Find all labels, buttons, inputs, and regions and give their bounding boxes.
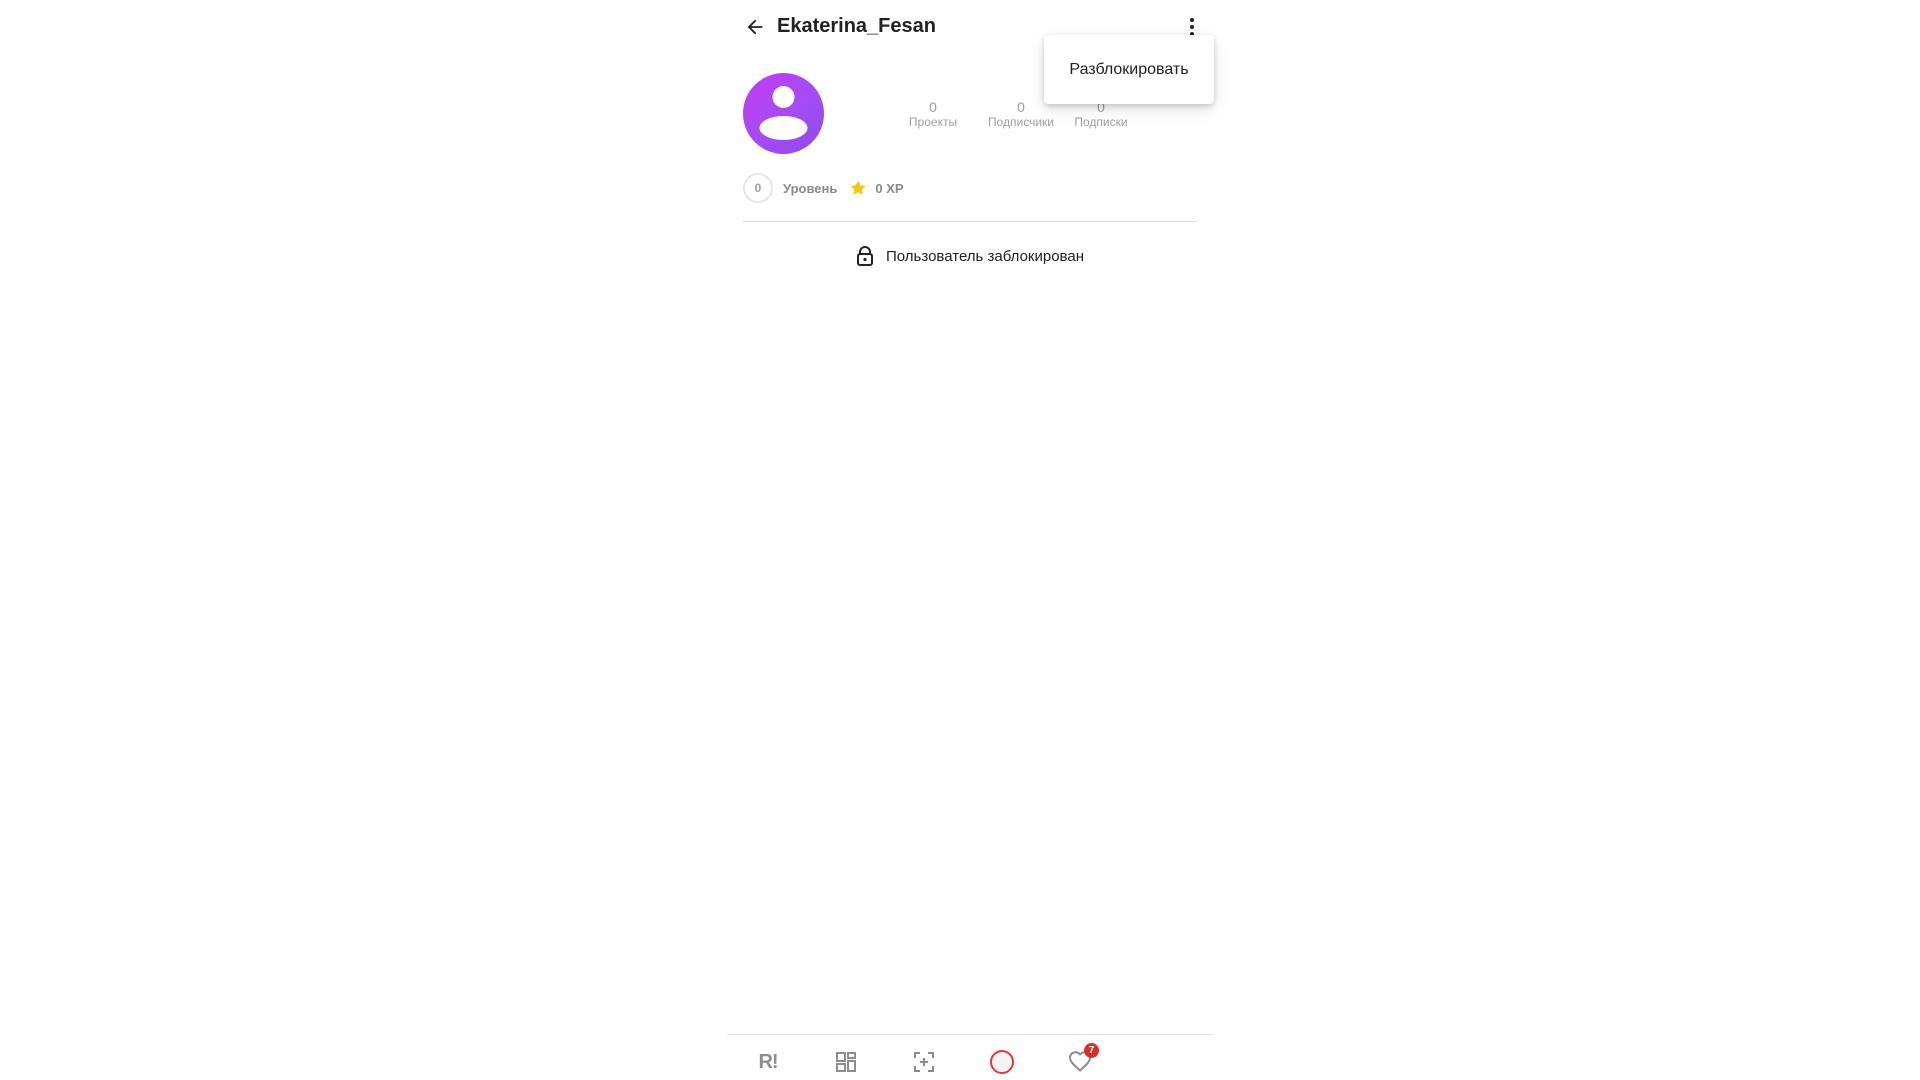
nav-profile[interactable]: [987, 1047, 1017, 1077]
add-scan-icon: [914, 1052, 934, 1072]
nav-notifications[interactable]: 7: [1065, 1043, 1099, 1077]
profile-avatar-icon: [990, 1050, 1014, 1074]
bottom-nav: R! 7: [727, 1035, 1213, 1080]
profile-screen: Ekaterina_Fesan 0 Проекты 0 Подписчики 0…: [727, 0, 1214, 1080]
dashboard-grid-icon: [836, 1052, 856, 1072]
stat-followers-label: Подписчики: [987, 115, 1054, 129]
app-logo: R!: [758, 1050, 778, 1073]
lock-icon: [857, 246, 874, 266]
nav-home[interactable]: R!: [753, 1047, 783, 1077]
nav-catalog[interactable]: [831, 1047, 861, 1077]
stat-projects-label: Проекты: [908, 115, 958, 129]
xp-indicator: 0 XP: [849, 179, 904, 197]
level-label: Уровень: [783, 180, 838, 196]
options-menu: Разблокировать: [1044, 35, 1214, 104]
xp-value: 0 XP: [875, 180, 904, 196]
more-vert-dot: [1190, 25, 1194, 29]
arrow-left-icon: [747, 19, 763, 35]
stat-projects[interactable]: 0 Проекты: [903, 99, 963, 129]
divider: [743, 221, 1196, 222]
person-icon: [759, 86, 808, 140]
notification-badge: 7: [1084, 1043, 1099, 1058]
stat-following-label: Подписки: [1074, 115, 1128, 129]
page-title: Ekaterina_Fesan: [777, 15, 936, 37]
stat-projects-value: 0: [929, 99, 937, 115]
level-badge: 0: [743, 173, 773, 203]
blocked-message: Пользователь заблокирован: [886, 247, 1084, 265]
nav-create[interactable]: [909, 1047, 939, 1077]
unblock-menu-item[interactable]: Разблокировать: [1044, 35, 1214, 104]
avatar: [743, 73, 824, 154]
star-icon: [850, 180, 866, 195]
level-row: 0 Уровень 0 XP: [743, 173, 904, 203]
back-button[interactable]: [741, 13, 769, 41]
more-vert-icon: [1190, 18, 1194, 22]
blocked-notice: Пользователь заблокирован: [727, 246, 1213, 266]
